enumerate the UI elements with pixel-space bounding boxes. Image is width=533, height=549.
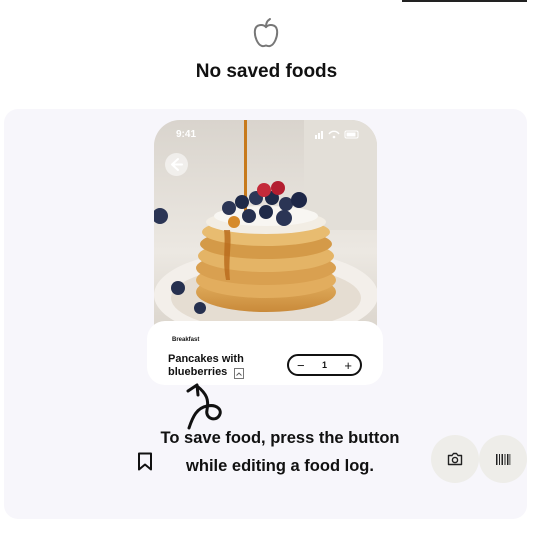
food-category: Breakfast [172, 337, 200, 343]
apple-icon [253, 18, 279, 48]
camera-button[interactable] [431, 435, 479, 483]
status-icons [315, 130, 359, 139]
decrement-button[interactable]: − [297, 359, 305, 372]
empty-state-title: No saved foods [195, 61, 338, 82]
camera-icon [447, 452, 463, 466]
arrow-left-icon [171, 158, 183, 171]
bookmark-icon[interactable] [234, 368, 244, 379]
bookmark-icon [138, 452, 152, 471]
barcode-button[interactable] [479, 435, 527, 483]
quantity-value: 1 [321, 359, 327, 370]
save-hint-text: To save food, press the button while edi… [160, 429, 400, 475]
quantity-stepper: − 1 + [287, 354, 362, 376]
back-button[interactable] [165, 153, 188, 176]
increment-button[interactable]: + [344, 359, 352, 372]
status-time: 9:41 [176, 129, 197, 140]
food-name: Pancakes with blueberries [168, 353, 244, 378]
food-info-panel: Breakfast Pancakes with blueberries − 1 … [147, 321, 383, 385]
barcode-icon [496, 453, 511, 465]
tab-indicator [402, 0, 527, 2]
